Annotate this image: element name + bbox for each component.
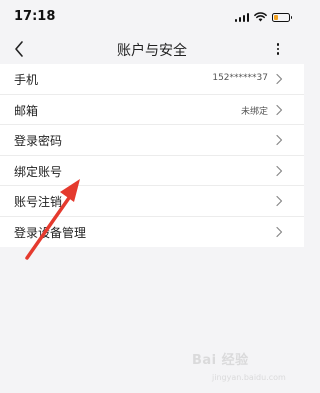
settings-row-device-management[interactable]: 登录设备管理 [0,217,304,248]
page-title: 账户与安全 [117,43,187,59]
settings-row-phone[interactable]: 手机 152******37 [0,64,304,95]
settings-row-login-password[interactable]: 登录密码 [0,125,304,156]
more-options-button[interactable] [274,41,282,57]
chevron-right-icon [276,134,283,146]
baidu-watermark: Bai 经验 jingyan.baidu.com [192,343,302,389]
row-label: 绑定账号 [14,164,63,179]
chevron-right-icon [276,195,283,207]
watermark-brand: Bai 经验 [192,353,249,368]
row-label: 账号注销 [14,195,63,209]
status-time: 17:18 [14,9,56,24]
more-vertical-icon [276,43,280,46]
row-label: 登录密码 [14,134,63,148]
row-label: 登录设备管理 [14,225,87,240]
status-icons [234,11,292,23]
settings-row-bind-account[interactable]: 绑定账号 [0,156,304,186]
chevron-right-icon [276,226,283,237]
settings-row-email[interactable]: 邮箱 未绑定 [0,95,304,125]
nav-bar: 账户与安全 [0,34,304,64]
chevron-right-icon [276,165,283,176]
battery-level-fill [274,14,278,20]
battery-icon [272,12,292,22]
settings-list: 手机 152******37 邮箱 未绑定 登录密码 绑定账号 账号注销 登录设… [0,64,304,247]
chevron-right-icon [276,104,283,115]
settings-row-account-cancel[interactable]: 账号注销 [0,186,304,217]
row-value: 152******37 [212,73,268,83]
cellular-signal-icon [234,12,249,22]
wifi-icon [254,12,267,22]
row-value: 未绑定 [240,106,268,117]
row-label: 邮箱 [14,103,39,118]
row-label: 手机 [14,73,39,87]
chevron-right-icon [276,73,283,85]
watermark-url: jingyan.baidu.com [212,373,286,382]
status-bar: 17:18 [0,0,304,34]
